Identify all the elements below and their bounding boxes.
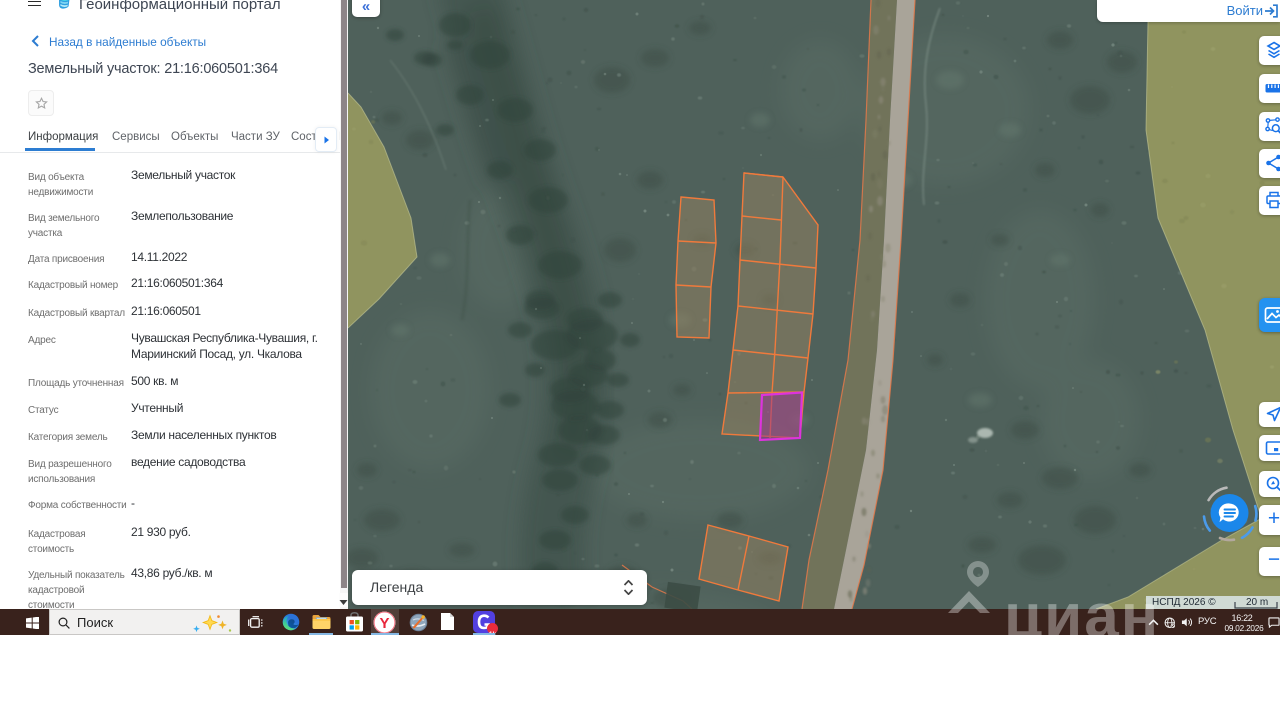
svg-text:циан: циан xyxy=(1004,582,1160,640)
svg-text:Y: Y xyxy=(379,615,389,632)
